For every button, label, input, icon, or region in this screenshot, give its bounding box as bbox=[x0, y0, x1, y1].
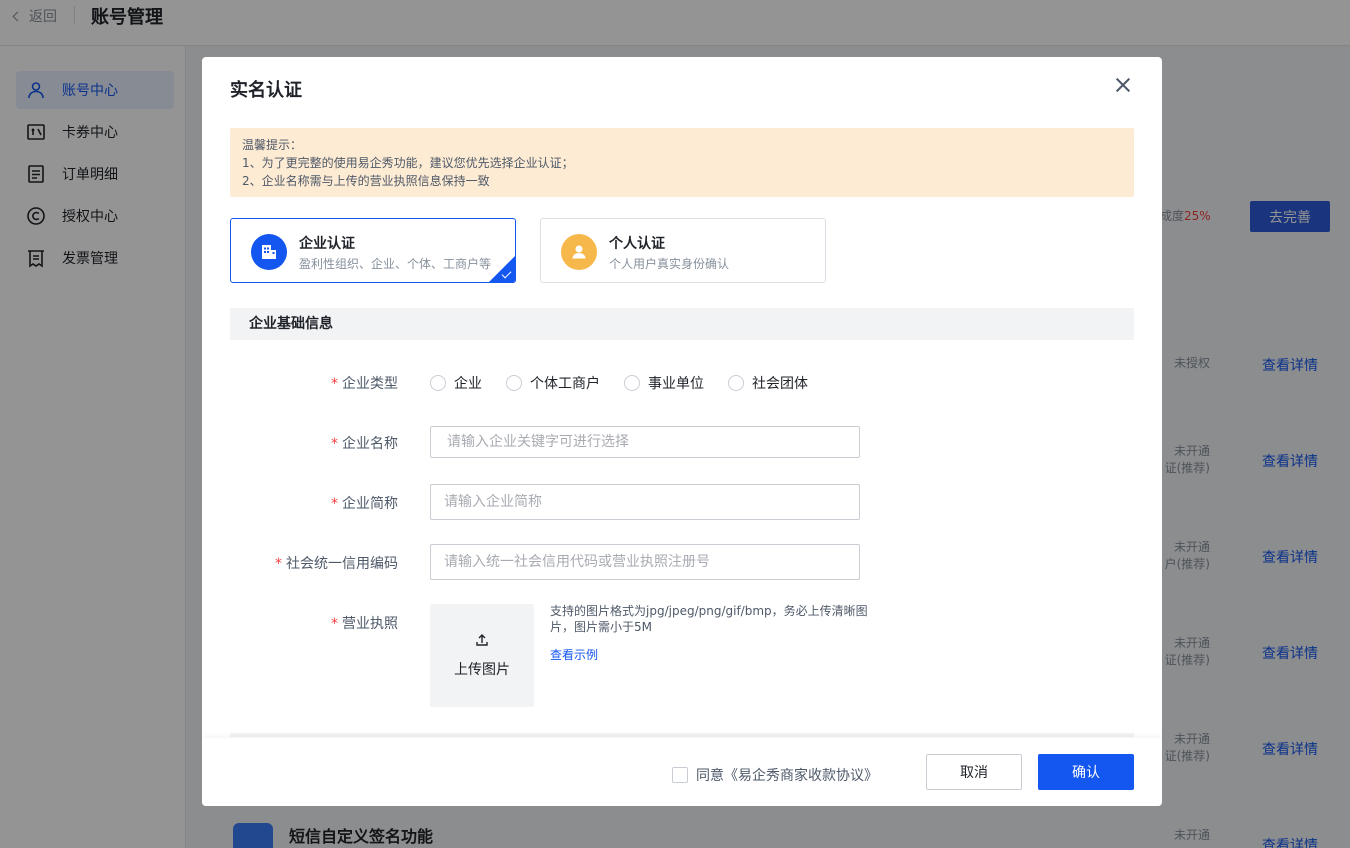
selected-corner bbox=[489, 256, 515, 282]
option-desc: 个人用户真实身份确认 bbox=[609, 257, 730, 271]
required-mark: * bbox=[331, 376, 338, 392]
required-mark: * bbox=[331, 616, 338, 632]
upload-image-button[interactable]: 上传图片 bbox=[430, 604, 534, 707]
enterprise-short-name-label: * 企业简称 bbox=[202, 493, 398, 513]
upload-label: 上传图片 bbox=[454, 661, 510, 678]
label-text: 营业执照 bbox=[342, 616, 398, 632]
upload-icon bbox=[476, 633, 488, 646]
option-title: 个人认证 bbox=[609, 236, 665, 252]
required-mark: * bbox=[331, 496, 338, 512]
label-text: 社会统一信用编码 bbox=[286, 556, 398, 572]
radio-label: 企业 bbox=[454, 376, 482, 392]
close-icon[interactable] bbox=[1112, 74, 1134, 96]
section-divider bbox=[230, 733, 1134, 737]
option-title: 企业认证 bbox=[299, 236, 355, 252]
enterprise-name-input[interactable] bbox=[430, 426, 860, 458]
building-icon bbox=[251, 234, 287, 270]
credit-code-label: * 社会统一信用编码 bbox=[202, 553, 398, 573]
enterprise-type-radio-group: 企业 个体工商户 事业单位 社会团体 bbox=[430, 373, 832, 393]
radio-label: 事业单位 bbox=[648, 376, 704, 392]
radio-label: 个体工商户 bbox=[530, 376, 600, 392]
person-icon bbox=[561, 234, 597, 270]
business-license-label: * 营业执照 bbox=[202, 613, 398, 633]
radio-individual-business[interactable]: 个体工商户 bbox=[506, 373, 600, 393]
radio-circle bbox=[506, 375, 522, 391]
enterprise-name-label: * 企业名称 bbox=[202, 433, 398, 453]
cancel-button[interactable]: 取消 bbox=[926, 754, 1022, 790]
upload-hint: 支持的图片格式为jpg/jpeg/png/gif/bmp，务必上传清晰图片，图片… bbox=[550, 604, 868, 634]
radio-circle bbox=[728, 375, 744, 391]
confirm-button[interactable]: 确认 bbox=[1038, 754, 1134, 790]
credit-code-input[interactable] bbox=[430, 544, 860, 580]
enterprise-auth-option[interactable]: 企业认证 盈利性组织、企业、个体、工商户等 bbox=[230, 218, 516, 283]
agreement-text: 同意《易企秀商家收款协议》 bbox=[696, 768, 878, 784]
real-name-auth-dialog: 实名认证 温馨提示： 1、为了更完整的使用易企秀功能，建议您优先选择企业认证； … bbox=[202, 57, 1162, 806]
section-title: 企业基础信息 bbox=[230, 308, 1134, 340]
tip-heading: 温馨提示： bbox=[242, 138, 303, 152]
label-text: 企业简称 bbox=[342, 496, 398, 512]
enterprise-type-label: * 企业类型 bbox=[202, 373, 398, 393]
tip-box: 温馨提示： 1、为了更完整的使用易企秀功能，建议您优先选择企业认证； 2、企业名… bbox=[230, 128, 1134, 197]
radio-social-organization[interactable]: 社会团体 bbox=[728, 373, 808, 393]
checkbox-box[interactable] bbox=[672, 767, 688, 783]
dialog-footer: 同意《易企秀商家收款协议》 取消 确认 bbox=[202, 738, 1162, 806]
radio-label: 社会团体 bbox=[752, 376, 808, 392]
agreement-checkbox[interactable]: 同意《易企秀商家收款协议》 bbox=[672, 765, 878, 785]
personal-auth-option[interactable]: 个人认证 个人用户真实身份确认 bbox=[540, 218, 826, 283]
tip-line: 2、企业名称需与上传的营业执照信息保持一致 bbox=[242, 174, 490, 188]
radio-circle bbox=[624, 375, 640, 391]
enterprise-short-name-input[interactable] bbox=[430, 484, 860, 520]
label-text: 企业名称 bbox=[342, 436, 398, 452]
dialog-title: 实名认证 bbox=[230, 80, 302, 101]
option-desc: 盈利性组织、企业、个体、工商户等 bbox=[299, 257, 492, 271]
tip-line: 1、为了更完整的使用易企秀功能，建议您优先选择企业认证； bbox=[242, 156, 574, 170]
radio-circle bbox=[430, 375, 446, 391]
required-mark: * bbox=[275, 556, 282, 572]
required-mark: * bbox=[331, 436, 338, 452]
view-example-link[interactable]: 查看示例 bbox=[550, 646, 598, 663]
radio-public-institution[interactable]: 事业单位 bbox=[624, 373, 704, 393]
radio-enterprise[interactable]: 企业 bbox=[430, 373, 482, 393]
label-text: 企业类型 bbox=[342, 376, 398, 392]
